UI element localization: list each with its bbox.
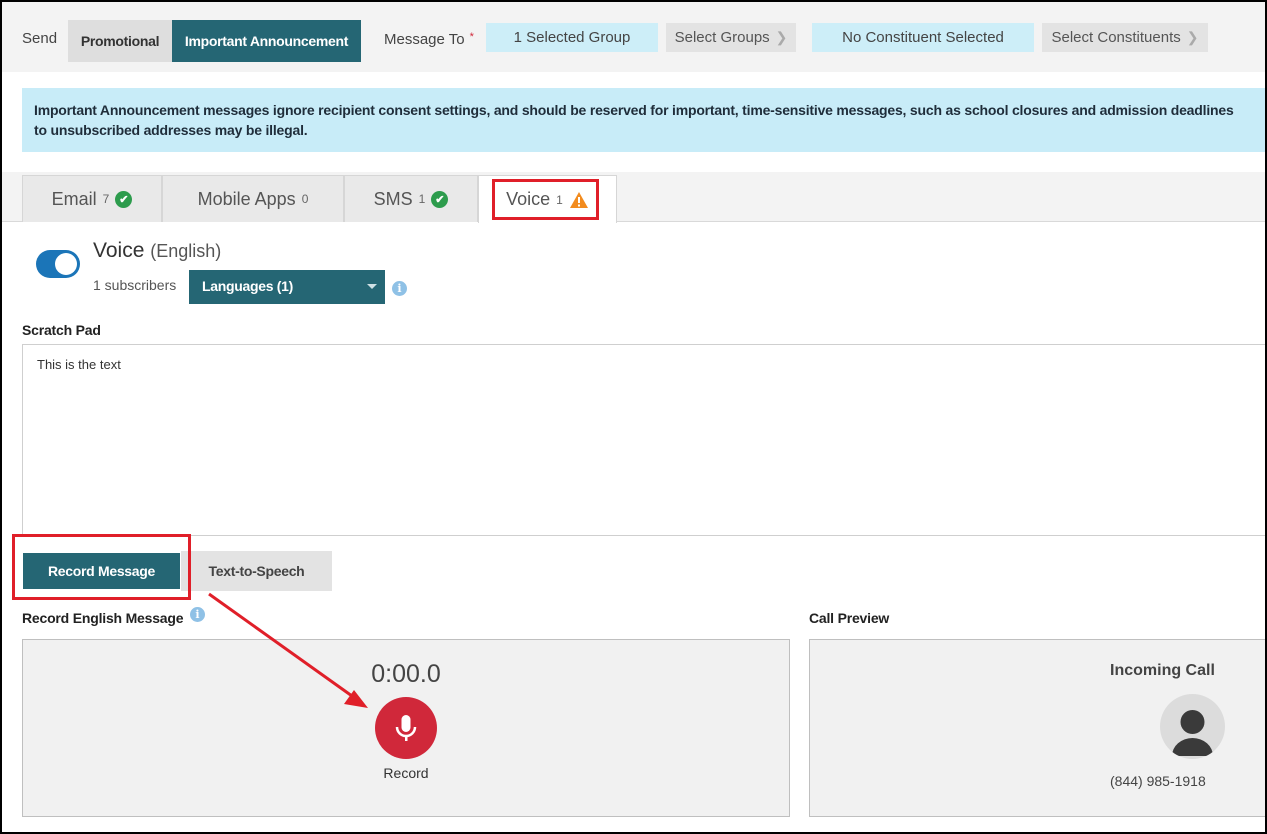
app-window: Send Promotional Important Announcement … — [2, 2, 1265, 832]
person-icon — [1172, 710, 1213, 756]
caller-avatar — [1160, 694, 1225, 759]
caller-phone-number: (844) 985-1918 — [1110, 773, 1206, 789]
annotation-arrow — [208, 592, 368, 708]
incoming-call-label: Incoming Call — [1110, 662, 1215, 679]
